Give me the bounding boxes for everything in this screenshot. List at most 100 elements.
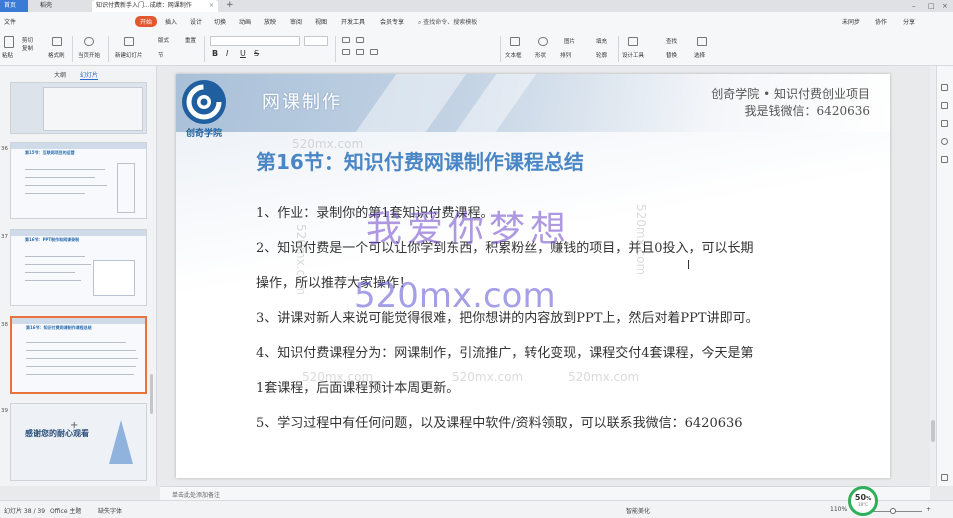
command-search[interactable]: ⌕ 查找命令、搜索模板 bbox=[418, 17, 477, 27]
textbox-icon[interactable] bbox=[510, 37, 520, 46]
design-tools-button[interactable]: 设计工具 bbox=[622, 51, 644, 59]
outline-button[interactable]: 轮廓 bbox=[596, 51, 607, 59]
align-center-icon[interactable] bbox=[356, 49, 364, 55]
copy-button[interactable]: 复制 bbox=[22, 44, 33, 52]
font-family-select[interactable] bbox=[210, 36, 300, 46]
menu-animation[interactable]: 动画 bbox=[239, 17, 251, 26]
thumb-crystal-shape bbox=[109, 420, 133, 464]
thumb-title: 第16节：知识付费网课制作课程总结 bbox=[26, 325, 92, 330]
body-line[interactable]: 5、学习过程中有任何问题，以及课程中软件/资料领取，可以联系我微信：642063… bbox=[256, 412, 743, 431]
theme-name: Office 主题 bbox=[50, 508, 82, 515]
panel-toggle-icon[interactable] bbox=[941, 474, 948, 481]
cursor-icon[interactable] bbox=[941, 102, 948, 109]
fill-button[interactable]: 填充 bbox=[596, 37, 607, 45]
new-tab-button[interactable]: + bbox=[226, 0, 234, 11]
minimize-button[interactable]: – bbox=[912, 0, 916, 12]
tab-docer[interactable]: 稻壳 bbox=[36, 0, 88, 12]
bullets-icon[interactable] bbox=[342, 37, 350, 43]
menu-view[interactable]: 视图 bbox=[315, 17, 327, 26]
menu-member[interactable]: 会员专享 bbox=[380, 17, 404, 26]
format-painter-button[interactable]: 格式刷 bbox=[48, 51, 65, 59]
thumb-header bbox=[12, 318, 145, 324]
help-icon[interactable] bbox=[941, 138, 948, 145]
select-button[interactable]: 选择 bbox=[694, 51, 705, 59]
strike-button[interactable]: S bbox=[254, 49, 259, 58]
slide-thumb-35[interactable] bbox=[10, 82, 147, 134]
reset-button[interactable]: 重置 bbox=[185, 36, 196, 44]
menu-review[interactable]: 审阅 bbox=[290, 17, 302, 26]
missing-font-button[interactable]: 缺失字体 bbox=[98, 506, 122, 515]
layout-button[interactable]: 版式 bbox=[158, 36, 169, 44]
notes-pane[interactable]: 单击此处添加备注 bbox=[160, 486, 930, 500]
align-left-icon[interactable] bbox=[342, 49, 350, 55]
collaborate-button[interactable]: 协作 bbox=[875, 17, 887, 26]
shapes-icon[interactable] bbox=[941, 120, 948, 127]
underline-button[interactable]: U bbox=[240, 49, 246, 58]
tab-outline[interactable]: 大纲 bbox=[54, 70, 66, 79]
menu-start[interactable]: 开始 bbox=[135, 16, 158, 27]
menu-file[interactable]: 文件 bbox=[4, 17, 16, 26]
slide[interactable]: 创奇学院 网课制作 创奇学院 • 知识付费创业项目 我是钱微信：6420636 … bbox=[176, 74, 890, 478]
italic-button[interactable]: I bbox=[226, 49, 228, 58]
shape-button[interactable]: 形状 bbox=[535, 51, 546, 59]
close-tab-icon[interactable]: × bbox=[209, 0, 214, 12]
zoom-in-button[interactable]: + bbox=[926, 506, 931, 513]
smart-beautify-button[interactable]: 智能美化 bbox=[626, 506, 650, 515]
thumb-line bbox=[26, 366, 136, 367]
start-from-current-button[interactable]: 当页开始 bbox=[78, 51, 100, 59]
properties-icon[interactable] bbox=[941, 84, 948, 91]
shape-icon[interactable] bbox=[538, 37, 548, 46]
slide-thumb-36[interactable]: 第15节：互联网项目的运营 bbox=[10, 142, 147, 219]
paste-label: 粘贴 bbox=[2, 53, 14, 59]
thumb-line bbox=[26, 374, 134, 375]
font-size-select[interactable] bbox=[304, 36, 328, 46]
slide-thumb-38-selected[interactable]: 第16节：知识付费网课制作课程总结 bbox=[10, 316, 147, 394]
thumb-line bbox=[26, 358, 138, 359]
menu-design[interactable]: 设计 bbox=[190, 17, 202, 26]
add-slide-button[interactable]: + bbox=[70, 420, 78, 431]
paste-icon[interactable] bbox=[4, 36, 14, 48]
zoom-level[interactable]: 110% bbox=[830, 506, 847, 513]
play-icon[interactable] bbox=[84, 37, 94, 46]
picture-button[interactable]: 图片 bbox=[564, 37, 575, 45]
numbering-icon[interactable] bbox=[356, 37, 364, 43]
find-button[interactable]: 查找 bbox=[666, 37, 677, 45]
tab-current-document[interactable]: 知识付费新手入门...成绩：网课制作 × bbox=[92, 0, 218, 12]
sync-status[interactable]: 未同步 bbox=[842, 17, 860, 26]
bold-button[interactable]: B bbox=[212, 49, 218, 58]
design-tools-icon[interactable] bbox=[628, 37, 638, 46]
new-slide-icon[interactable] bbox=[124, 37, 134, 46]
section-button[interactable]: 节 bbox=[158, 51, 164, 59]
zoom-slider-handle[interactable] bbox=[890, 508, 896, 514]
slides-pane-scrollbar[interactable] bbox=[150, 374, 153, 414]
menu-transition[interactable]: 切换 bbox=[214, 17, 226, 26]
new-slide-button[interactable]: 新建幻灯片 bbox=[115, 51, 143, 59]
textbox-button[interactable]: 文本框 bbox=[505, 51, 522, 59]
slide-thumb-39[interactable]: 感谢您的耐心观看 bbox=[10, 403, 147, 481]
tab-home[interactable]: 首页 bbox=[0, 0, 28, 12]
align-right-icon[interactable] bbox=[370, 49, 378, 55]
menu-insert[interactable]: 插入 bbox=[165, 17, 177, 26]
select-icon[interactable] bbox=[697, 37, 707, 46]
body-line[interactable]: 4、知识付费课程分为：网课制作，引流推广，转化变现，课程交付4套课程，今天是第 bbox=[256, 342, 754, 361]
watermark: 520mx.com bbox=[452, 370, 524, 384]
share-icon[interactable] bbox=[941, 156, 948, 163]
menu-developer[interactable]: 开发工具 bbox=[341, 17, 365, 26]
performance-badge[interactable]: 50% 39°C bbox=[848, 486, 878, 516]
thumb-line bbox=[26, 342, 126, 343]
close-window-button[interactable]: × bbox=[942, 0, 948, 12]
scrollbar-thumb[interactable] bbox=[931, 420, 935, 442]
tab-title: 知识付费新手入门...成绩：网课制作 bbox=[96, 2, 192, 9]
replace-button[interactable]: 替换 bbox=[666, 51, 677, 59]
arrange-button[interactable]: 排列 bbox=[560, 51, 571, 59]
format-painter-icon bbox=[52, 37, 62, 46]
maximize-button[interactable]: □ bbox=[928, 0, 935, 12]
divider bbox=[108, 36, 109, 62]
share-button[interactable]: 分享 bbox=[903, 17, 915, 26]
cut-button[interactable]: 剪切 bbox=[22, 36, 33, 44]
slide-thumb-37[interactable]: 第16节：PPT制作和网课录制 bbox=[10, 229, 147, 306]
divider bbox=[335, 36, 336, 62]
menu-slideshow[interactable]: 放映 bbox=[264, 17, 276, 26]
organization-info: 创奇学院 • 知识付费创业项目 我是钱微信：6420636 bbox=[711, 86, 870, 120]
tab-slides[interactable]: 幻灯片 bbox=[80, 70, 99, 80]
